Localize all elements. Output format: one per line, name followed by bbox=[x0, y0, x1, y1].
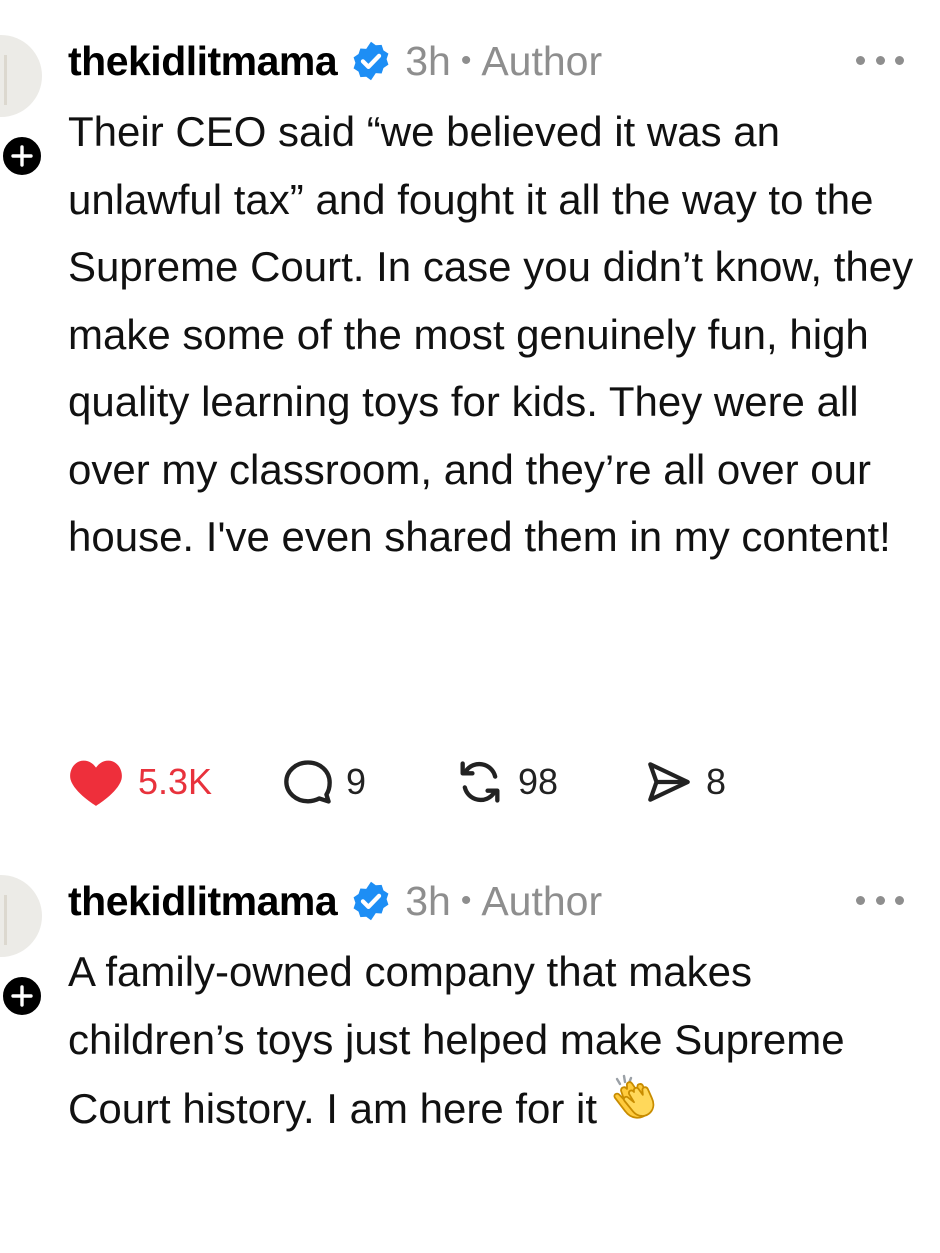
follow-button[interactable] bbox=[0, 134, 44, 178]
separator-dot: • bbox=[460, 44, 472, 77]
comment-bubble-icon bbox=[284, 760, 332, 804]
clapping-hands-emoji-icon bbox=[609, 1073, 661, 1129]
avatar[interactable] bbox=[0, 875, 42, 957]
post-header: thekidlitmama 3h • Author bbox=[68, 876, 602, 926]
share-button[interactable]: 8 bbox=[642, 752, 726, 812]
username[interactable]: thekidlitmama bbox=[68, 38, 338, 85]
plus-icon bbox=[11, 145, 33, 167]
verified-badge-icon bbox=[349, 879, 393, 923]
post-time: 3h bbox=[405, 37, 451, 84]
separator-dot: • bbox=[460, 884, 472, 917]
like-button[interactable]: 5.3K bbox=[68, 752, 280, 812]
share-count: 8 bbox=[706, 761, 727, 802]
reply-count: 9 bbox=[346, 761, 367, 802]
heart-icon bbox=[70, 760, 122, 806]
post-text-content: A family-owned company that makes childr… bbox=[68, 948, 845, 1132]
like-count: 5.3K bbox=[138, 761, 213, 802]
more-options-icon[interactable] bbox=[856, 892, 904, 908]
follow-button[interactable] bbox=[0, 974, 44, 1018]
reply-button[interactable]: 9 bbox=[280, 752, 452, 812]
repost-icon bbox=[460, 761, 500, 803]
author-badge: Author bbox=[481, 877, 603, 924]
post-text: A family-owned company that makes childr… bbox=[68, 938, 918, 1143]
post-actions: 5.3K 9 98 8 bbox=[68, 752, 726, 812]
repost-count: 98 bbox=[518, 761, 559, 802]
post-1: thekidlitmama 3h • Author Their CEO said… bbox=[0, 0, 940, 840]
send-icon bbox=[648, 762, 690, 802]
post-text: Their CEO said “we believed it was an un… bbox=[68, 108, 914, 560]
author-badge: Author bbox=[481, 37, 603, 84]
post-2: thekidlitmama 3h • Author A family-owned… bbox=[0, 840, 940, 1253]
avatar[interactable] bbox=[0, 35, 42, 117]
plus-icon bbox=[11, 985, 33, 1007]
post-time: 3h bbox=[405, 877, 451, 924]
more-options-icon[interactable] bbox=[856, 52, 904, 68]
verified-badge-icon bbox=[349, 39, 393, 83]
post-header: thekidlitmama 3h • Author bbox=[68, 36, 602, 86]
username[interactable]: thekidlitmama bbox=[68, 878, 338, 925]
repost-button[interactable]: 98 bbox=[452, 752, 642, 812]
